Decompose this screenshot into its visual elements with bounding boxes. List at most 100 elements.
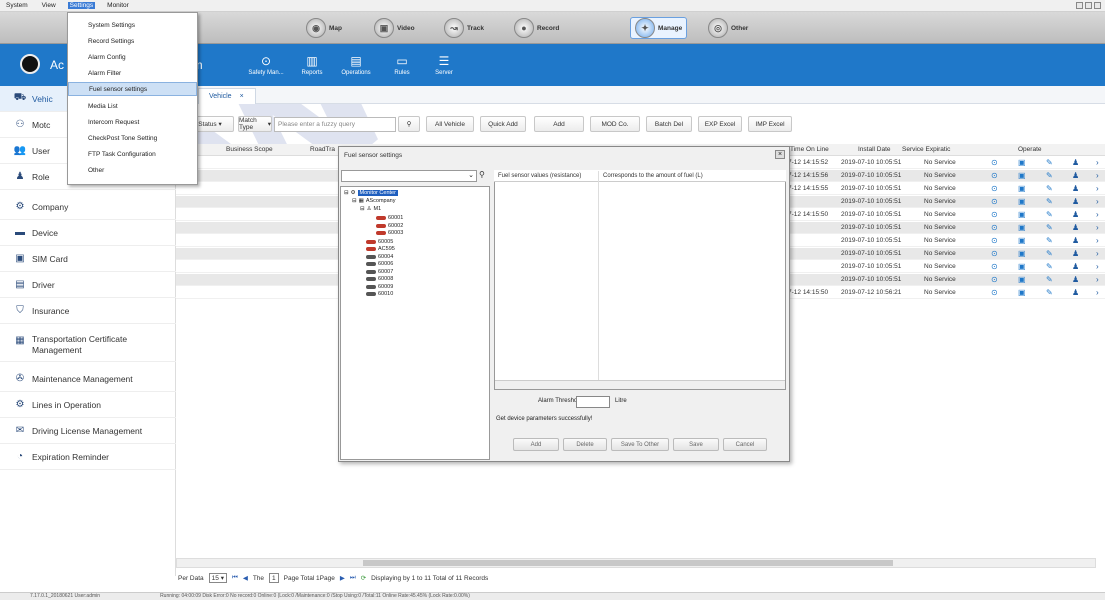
chat-icon[interactable]: ▣ <box>1018 210 1026 219</box>
edit-icon[interactable]: ✎ <box>1046 262 1053 271</box>
user-assign-icon[interactable]: ♟ <box>1072 262 1079 271</box>
dialog-add-button[interactable]: Add <box>513 438 559 451</box>
menu-item-fuel-sensor-settings[interactable]: Fuel sensor settings <box>68 82 197 96</box>
menu-settings[interactable]: Settings <box>67 2 96 9</box>
view-icon[interactable]: ⊙ <box>991 184 998 193</box>
video-button[interactable]: ▣ Video <box>370 17 419 39</box>
user-assign-icon[interactable]: ♟ <box>1072 171 1079 180</box>
sidebar-item-sim-card[interactable]: ▣ SIM Card <box>0 246 176 272</box>
view-icon[interactable]: ⊙ <box>991 275 998 284</box>
sidebar-item-maintenance[interactable]: ✇ Maintenance Management <box>0 366 176 392</box>
nav-reports[interactable]: ▥ Reports <box>292 46 332 84</box>
user-assign-icon[interactable]: ♟ <box>1072 223 1079 232</box>
user-assign-icon[interactable]: ♟ <box>1072 158 1079 167</box>
chat-icon[interactable]: ▣ <box>1018 275 1026 284</box>
chat-icon[interactable]: ▣ <box>1018 236 1026 245</box>
nav-rules[interactable]: ▭ Rules <box>382 46 422 84</box>
edit-icon[interactable]: ✎ <box>1046 288 1053 297</box>
edit-icon[interactable]: ✎ <box>1046 184 1053 193</box>
menu-item-alarm-filter[interactable]: Alarm Filter <box>68 66 197 80</box>
edit-icon[interactable]: ✎ <box>1046 223 1053 232</box>
page-input[interactable]: 1 <box>269 573 279 583</box>
edit-icon[interactable]: ✎ <box>1046 171 1053 180</box>
tree-node-vehicle[interactable]: 60003 <box>376 230 403 236</box>
fuel-table-scrollbar[interactable] <box>495 380 785 389</box>
tree-node-vehicle[interactable]: 60004 <box>366 254 393 260</box>
user-assign-icon[interactable]: ♟ <box>1072 275 1079 284</box>
col-roadtra[interactable]: RoadTra <box>310 146 335 153</box>
nav-operations[interactable]: ▤ Operations <box>336 46 376 84</box>
menu-monitor[interactable]: Monitor <box>105 2 131 9</box>
other-button[interactable]: ◎ Other <box>704 17 752 39</box>
match-type-dropdown[interactable]: Match Type ▾ <box>238 116 272 132</box>
more-arrow-icon[interactable]: › <box>1096 171 1099 180</box>
view-icon[interactable]: ⊙ <box>991 236 998 245</box>
chat-icon[interactable]: ▣ <box>1018 171 1026 180</box>
sidebar-item-transportation-certificate[interactable]: ▦ Transportation Certificate Management <box>0 326 176 362</box>
tab-vehicle[interactable]: Vehicle × <box>198 88 256 104</box>
track-button[interactable]: ↝ Track <box>440 17 488 39</box>
dialog-close-button[interactable]: × <box>775 150 785 159</box>
view-icon[interactable]: ⊙ <box>991 262 998 271</box>
dialog-delete-button[interactable]: Delete <box>563 438 607 451</box>
sidebar-item-driver[interactable]: ▤ Driver <box>0 272 176 298</box>
tree-node-vehicle[interactable]: 60009 <box>366 284 393 290</box>
view-icon[interactable]: ⊙ <box>991 158 998 167</box>
col-time-on-line[interactable]: Time On Line <box>790 146 829 153</box>
more-arrow-icon[interactable]: › <box>1096 158 1099 167</box>
chat-icon[interactable]: ▣ <box>1018 223 1026 232</box>
chat-icon[interactable]: ▣ <box>1018 158 1026 167</box>
dialog-save-button[interactable]: Save <box>673 438 719 451</box>
next-page-icon[interactable]: ▶ <box>340 574 345 582</box>
menu-item-record-settings[interactable]: Record Settings <box>68 34 197 48</box>
search-button[interactable]: ⚲ <box>398 116 420 132</box>
view-icon[interactable]: ⊙ <box>991 197 998 206</box>
chat-icon[interactable]: ▣ <box>1018 197 1026 206</box>
maximize-button[interactable] <box>1085 2 1092 9</box>
tree-node-vehicle[interactable]: 60005 <box>366 239 393 245</box>
edit-icon[interactable]: ✎ <box>1046 249 1053 258</box>
tree-node-root[interactable]: ⊟ ⚙ Monitor Center <box>344 190 398 196</box>
minimize-button[interactable] <box>1076 2 1083 9</box>
per-page-select[interactable]: 15 ▾ <box>208 573 227 583</box>
sidebar-item-company[interactable]: ⚙ Company <box>0 194 176 220</box>
all-vehicle-button[interactable]: All Vehicle <box>426 116 474 132</box>
close-window-button[interactable] <box>1094 2 1101 9</box>
first-page-icon[interactable]: ⏮ <box>232 574 238 582</box>
menu-item-alarm-config[interactable]: Alarm Config <box>68 50 197 64</box>
edit-icon[interactable]: ✎ <box>1046 197 1053 206</box>
quick-add-button[interactable]: Quick Add <box>480 116 526 132</box>
collapse-icon[interactable]: ⊟ <box>360 206 365 212</box>
alarm-thresholds-input[interactable] <box>576 396 610 408</box>
exp-excel-button[interactable]: EXP Excel <box>698 116 742 132</box>
collapse-icon[interactable]: ⊟ <box>344 190 349 196</box>
sidebar-item-lines[interactable]: ⚙ Lines in Operation <box>0 392 176 418</box>
col-install-date[interactable]: Install Date <box>858 146 891 153</box>
chat-icon[interactable]: ▣ <box>1018 184 1026 193</box>
col-service-expiration[interactable]: Service Expiratic <box>902 146 950 153</box>
view-icon[interactable]: ⊙ <box>991 223 998 232</box>
record-button[interactable]: ● Record <box>510 17 563 39</box>
chevron-down-icon[interactable]: ⌄ <box>468 171 474 179</box>
menu-item-other[interactable]: Other <box>68 163 197 177</box>
user-assign-icon[interactable]: ♟ <box>1072 236 1079 245</box>
menu-view[interactable]: View <box>40 2 58 9</box>
close-tab-icon[interactable]: × <box>240 93 244 100</box>
menu-item-intercom-request[interactable]: Intercom Request <box>68 115 197 129</box>
tree-search-input[interactable]: ⌄ <box>341 170 477 182</box>
edit-icon[interactable]: ✎ <box>1046 210 1053 219</box>
nav-safety-management[interactable]: ⊙ Safety Man... <box>246 46 286 84</box>
more-arrow-icon[interactable]: › <box>1096 210 1099 219</box>
imp-excel-button[interactable]: IMP Excel <box>748 116 792 132</box>
menu-item-checkpost-tone-setting[interactable]: CheckPost Tone Setting <box>68 131 197 145</box>
edit-icon[interactable]: ✎ <box>1046 158 1053 167</box>
dialog-cancel-button[interactable]: Cancel <box>723 438 767 451</box>
mod-co-button[interactable]: MOD Co. <box>590 116 640 132</box>
edit-icon[interactable]: ✎ <box>1046 236 1053 245</box>
more-arrow-icon[interactable]: › <box>1096 262 1099 271</box>
chat-icon[interactable]: ▣ <box>1018 288 1026 297</box>
view-icon[interactable]: ⊙ <box>991 288 998 297</box>
tree-node-vehicle[interactable]: AC595 <box>366 246 395 252</box>
view-icon[interactable]: ⊙ <box>991 249 998 258</box>
more-arrow-icon[interactable]: › <box>1096 249 1099 258</box>
